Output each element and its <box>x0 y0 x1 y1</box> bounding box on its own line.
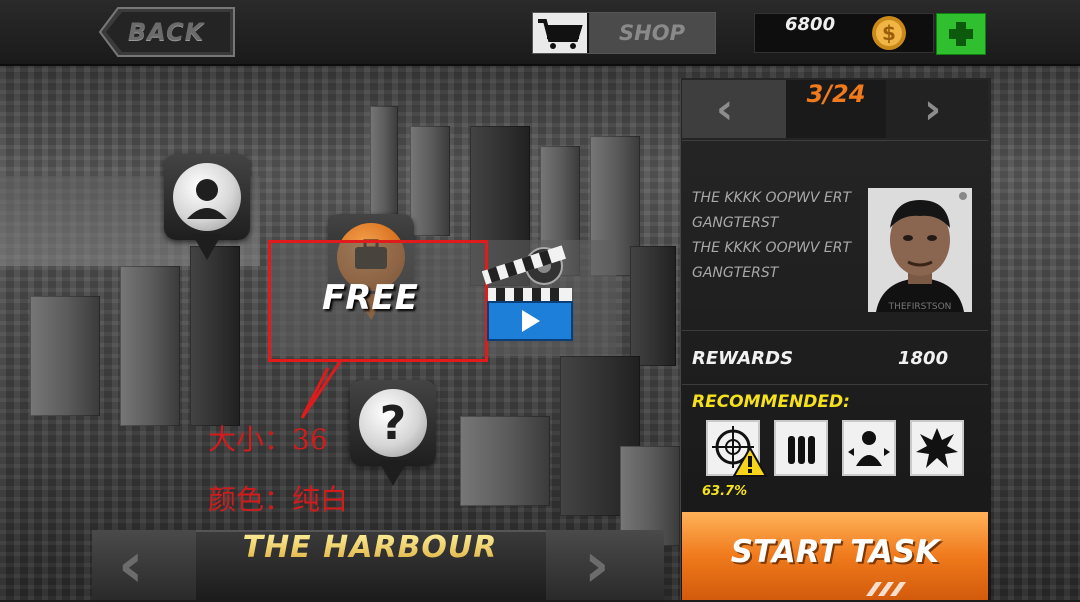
free-label: FREE <box>322 278 418 318</box>
rewards-label: REWARDS <box>692 348 794 369</box>
building <box>460 416 550 506</box>
divider <box>682 140 988 141</box>
gold-coin-icon: $ <box>872 16 906 50</box>
person-icon <box>173 163 241 231</box>
cart-icon <box>533 13 587 53</box>
start-task-button[interactable]: START TASK <box>682 512 988 600</box>
building <box>30 296 100 416</box>
divider <box>682 384 988 385</box>
annotation-color-text: 颜色：纯白 <box>208 483 349 516</box>
recommended-label: RECOMMENDED: <box>692 392 850 412</box>
building <box>370 106 398 226</box>
target-description: THE KKKK OOPWV ERT GANGTERST THE KKKK OO… <box>692 186 868 286</box>
hit-chance-percent: 63.7% <box>702 484 748 499</box>
chevron-left-icon: ‹ <box>118 528 144 601</box>
button-stripes-decoration <box>866 582 906 596</box>
annotation-size-text: 大小：36 <box>208 423 328 456</box>
building <box>410 126 450 236</box>
chevron-left-icon: ‹ <box>716 84 734 133</box>
level-next-button[interactable]: › <box>546 530 664 600</box>
svg-text:?: ? <box>380 396 407 450</box>
mission-prev-button[interactable]: ‹ <box>682 80 786 138</box>
target-line: GANGTERST <box>692 215 779 231</box>
map-pin-unknown[interactable]: ? <box>350 380 436 504</box>
back-button[interactable]: BACK <box>98 6 236 58</box>
building <box>120 266 180 426</box>
target-photo: THEFIRSTSON <box>868 188 972 312</box>
pin-tail <box>378 460 408 486</box>
explosion-icon[interactable] <box>910 420 964 476</box>
target-line: GANGTERST <box>692 265 779 281</box>
target-line: THE KKKK OOPWV ERT <box>692 190 852 206</box>
divider <box>682 330 988 331</box>
plus-icon <box>949 22 973 46</box>
question-mark-icon: ? <box>359 389 427 457</box>
level-name: THE HARBOUR <box>200 530 540 600</box>
photo-watermark: THEFIRSTSON <box>888 302 952 312</box>
target-line: THE KKKK OOPWV ERT <box>692 240 852 256</box>
building <box>630 246 676 366</box>
ammo-icon[interactable] <box>774 420 828 476</box>
svg-text:$: $ <box>882 21 896 45</box>
shop-button[interactable]: SHOP <box>532 12 716 54</box>
watch-video-button[interactable] <box>481 244 574 344</box>
back-label: BACK <box>128 18 205 46</box>
top-bar: BACK SHOP 6800 $ <box>0 0 1080 66</box>
rewards-value: 1800 <box>898 348 949 369</box>
mission-next-button[interactable]: › <box>886 80 988 138</box>
warning-icon <box>732 446 768 477</box>
mission-page-indicator: 3/24 <box>806 80 866 108</box>
pin-tail <box>192 234 222 260</box>
start-task-label: START TASK <box>730 534 940 570</box>
coin-value: 6800 <box>785 14 836 35</box>
coin-balance: 6800 $ <box>754 13 934 53</box>
add-coins-button[interactable] <box>936 13 986 55</box>
shop-label: SHOP <box>589 13 715 53</box>
video-clapper-icon <box>481 245 573 341</box>
chevron-right-icon: › <box>584 528 610 601</box>
chevron-right-icon: › <box>924 84 942 133</box>
level-prev-button[interactable]: ‹ <box>92 530 196 600</box>
target-person-icon[interactable] <box>842 420 896 476</box>
map-pin-character[interactable] <box>164 154 250 278</box>
